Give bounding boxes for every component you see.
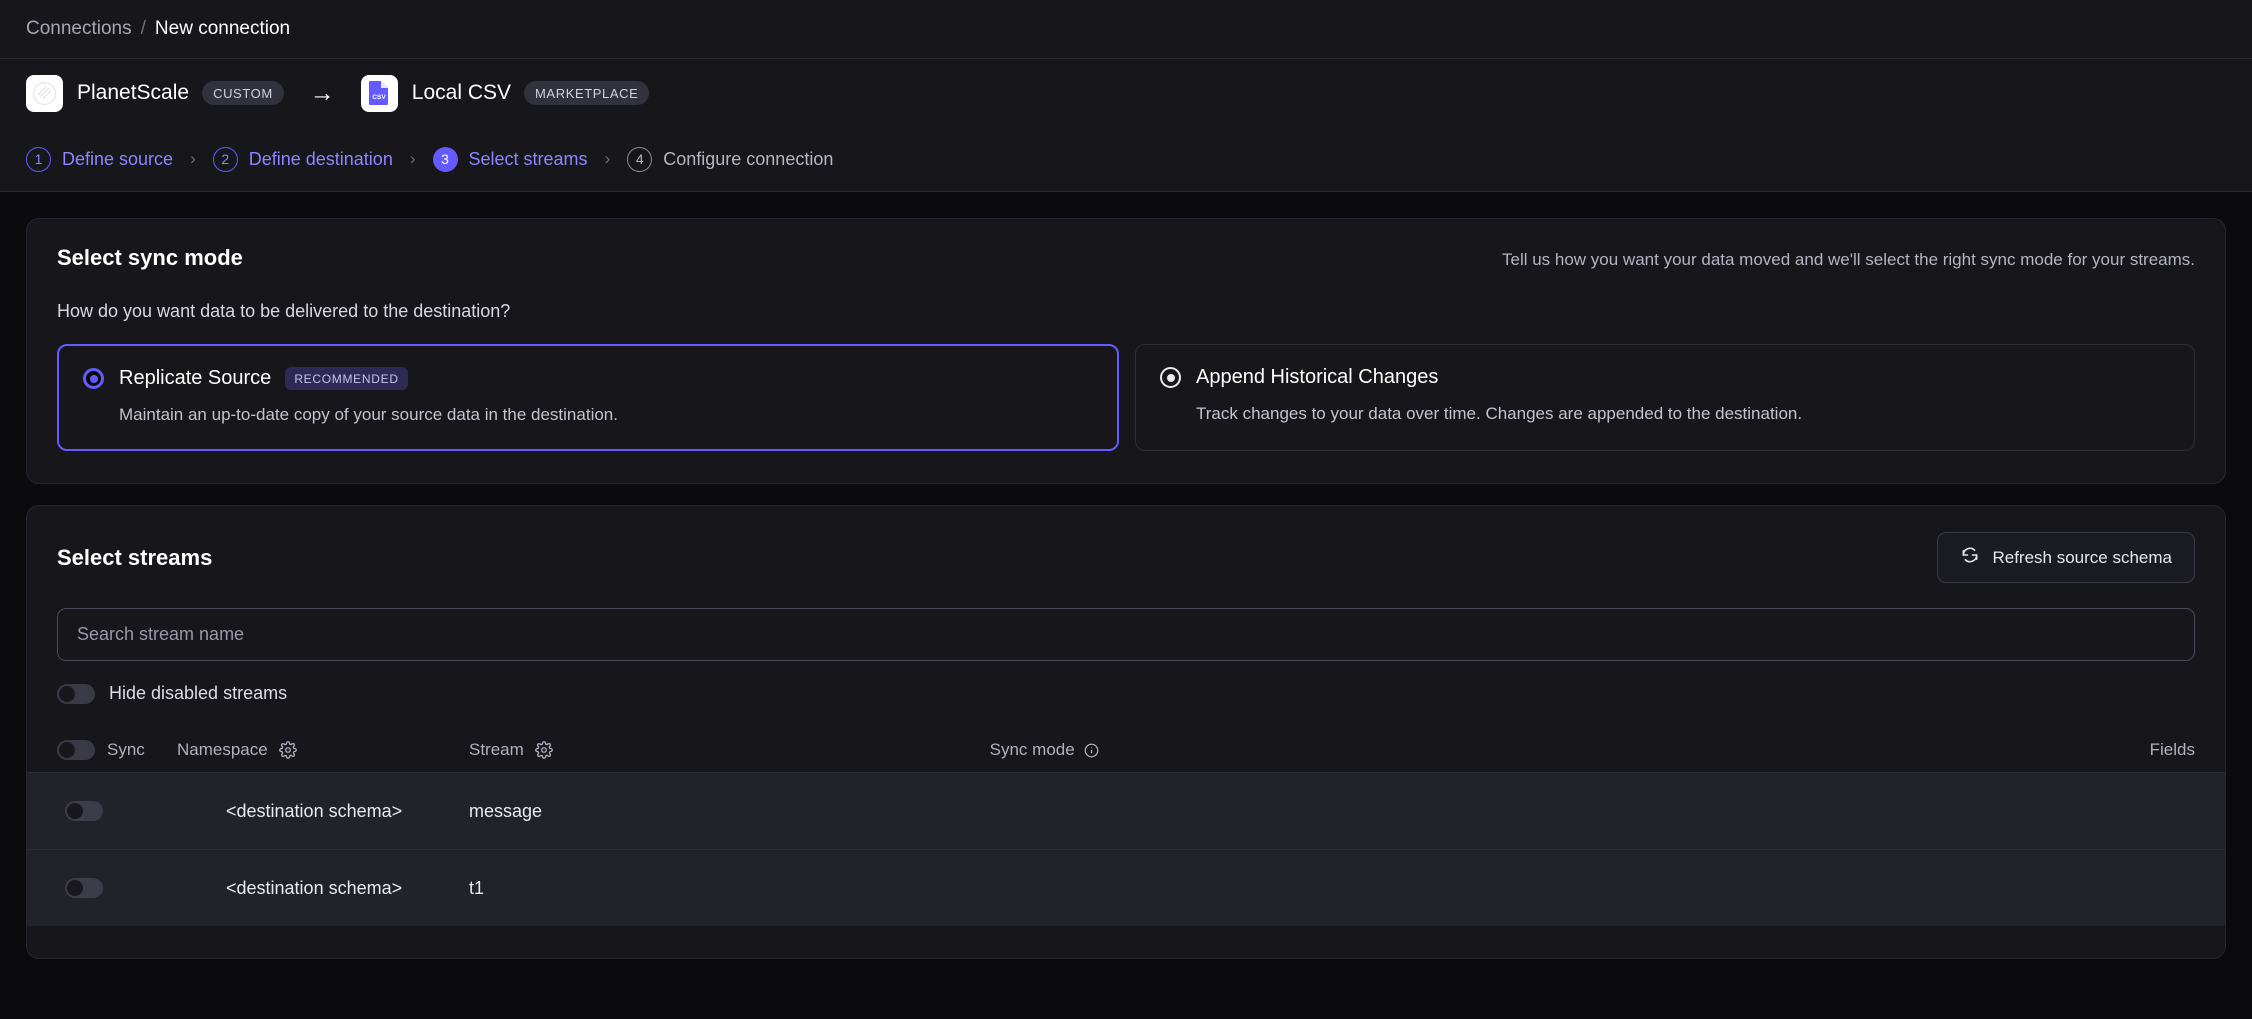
sync-mode-header: Select sync mode Tell us how you want yo…: [57, 245, 2195, 271]
step-label-define-source: Define source: [62, 148, 174, 169]
row-stream-cell: message: [469, 800, 543, 821]
page-title: Select sync mode: [57, 245, 243, 270]
toggle-knob: [67, 803, 83, 819]
replicate-source-title: Replicate Source: [119, 367, 272, 389]
header-label-sync: Sync: [107, 740, 145, 759]
row-namespace-cell: <destination schema>: [226, 800, 403, 821]
row-sync-toggle[interactable]: [65, 801, 103, 821]
stream-gear-icon[interactable]: [534, 741, 553, 759]
step-number-3: 3: [432, 146, 458, 172]
streams-table: Sync Namespace Stream Sync mode Fields <…: [27, 728, 2225, 926]
refresh-source-schema-label: Refresh source schema: [1992, 547, 2172, 567]
select-streams-card: Select streams Refresh source schema Hid…: [26, 505, 2226, 959]
sync-mode-option-append-historical-changes[interactable]: Append Historical Changes Track changes …: [1135, 344, 2195, 451]
row-namespace-cell: <destination schema>: [226, 877, 403, 898]
step-label-select-streams: Select streams: [468, 148, 588, 169]
header-label-fields: Fields: [2149, 740, 2195, 759]
step-configure-connection[interactable]: 4 Configure connection: [627, 146, 834, 172]
table-row[interactable]: <destination schema> t1: [27, 849, 2225, 926]
replicate-source-description: Maintain an up-to-date copy of your sour…: [119, 405, 618, 424]
header-col-sync: Sync: [57, 740, 177, 760]
header-col-namespace: Namespace: [177, 740, 469, 760]
step-define-destination[interactable]: 2 Define destination: [212, 146, 393, 172]
sync-mode-card: Select sync mode Tell us how you want yo…: [26, 218, 2226, 484]
row-sync-cell: [57, 878, 177, 898]
table-row[interactable]: <destination schema> message: [27, 772, 2225, 849]
sync-all-toggle[interactable]: [57, 740, 95, 760]
breadcrumb: Connections / New connection: [0, 0, 2252, 58]
destination-tag: MARKETPLACE: [524, 81, 650, 105]
chevron-right-icon: ›: [190, 149, 196, 168]
append-historical-row: Append Historical Changes: [1160, 366, 2170, 389]
sync-mode-options: Replicate Source RECOMMENDED Maintain an…: [57, 344, 2195, 451]
header-col-fields: Fields: [2150, 740, 2195, 760]
toggle-knob: [59, 742, 75, 758]
destination-connector[interactable]: CSV Local CSV MARKETPLACE: [360, 74, 650, 112]
append-historical-title: Append Historical Changes: [1196, 366, 1439, 388]
sync-mode-hint: Tell us how you want your data moved and…: [1501, 250, 2195, 269]
namespace-gear-icon[interactable]: [278, 741, 297, 759]
page-body: Select sync mode Tell us how you want yo…: [0, 192, 2252, 959]
refresh-icon: [1960, 545, 1980, 570]
arrow-right-icon: →: [309, 78, 335, 107]
toggle-knob: [67, 880, 83, 896]
row-sync-cell: [57, 801, 177, 821]
header-label-stream: Stream: [469, 740, 524, 759]
radio-selected-icon[interactable]: [83, 368, 104, 389]
step-number-1: 1: [26, 146, 51, 172]
step-define-source[interactable]: 1 Define source: [26, 146, 174, 172]
chevron-right-icon: ›: [409, 149, 416, 168]
row-stream-cell: t1: [469, 877, 485, 898]
step-label-configure-connection: Configure connection: [663, 148, 834, 169]
recommended-badge: RECOMMENDED: [285, 367, 408, 390]
header-col-stream: Stream: [469, 740, 990, 760]
svg-text:CSV: CSV: [373, 94, 387, 101]
source-connector[interactable]: PlanetScale CUSTOM: [26, 74, 284, 112]
search-input[interactable]: [57, 608, 2195, 661]
step-number-4: 4: [627, 146, 653, 172]
toggle-knob: [59, 685, 75, 702]
hide-disabled-streams-row: Hide disabled streams: [57, 683, 2195, 704]
select-streams-title: Select streams: [57, 544, 213, 570]
step-navigation: 1 Define source › 2 Define destination ›…: [0, 127, 2252, 191]
replicate-source-row: Replicate Source RECOMMENDED: [83, 367, 1093, 390]
sync-mode-option-replicate-source[interactable]: Replicate Source RECOMMENDED Maintain an…: [57, 344, 1119, 451]
breadcrumb-separator: /: [140, 18, 146, 39]
info-icon[interactable]: [1084, 743, 1099, 758]
connection-header: PlanetScale CUSTOM → CSV Local CSV MARKE…: [0, 59, 2252, 127]
radio-unselected-icon[interactable]: [1160, 367, 1181, 388]
row-sync-toggle[interactable]: [65, 878, 103, 898]
csv-file-icon: CSV: [360, 74, 398, 112]
planetscale-logo-icon: [26, 74, 63, 112]
hide-disabled-streams-label: Hide disabled streams: [109, 683, 288, 703]
chevron-right-icon: ›: [604, 149, 611, 168]
append-historical-description: Track changes to your data over time. Ch…: [1196, 404, 1803, 423]
source-tag: CUSTOM: [202, 81, 284, 105]
breadcrumb-current: New connection: [154, 18, 291, 39]
streams-header: Select streams Refresh source schema: [57, 532, 2195, 583]
sync-mode-question: How do you want data to be delivered to …: [57, 301, 511, 321]
step-label-define-destination: Define destination: [248, 148, 393, 169]
hide-disabled-streams-toggle[interactable]: [57, 683, 95, 704]
header-col-sync-mode: Sync mode: [990, 740, 2150, 760]
streams-table-header: Sync Namespace Stream Sync mode Fields: [27, 728, 2225, 772]
header-label-namespace: Namespace: [177, 740, 268, 759]
step-number-2: 2: [212, 146, 238, 172]
header-label-sync-mode: Sync mode: [989, 740, 1075, 759]
step-select-streams[interactable]: 3 Select streams: [432, 146, 588, 172]
breadcrumb-link-connections[interactable]: Connections: [26, 18, 132, 40]
refresh-source-schema-button[interactable]: Refresh source schema: [1937, 532, 2195, 583]
source-name: PlanetScale: [77, 81, 190, 104]
destination-name: Local CSV: [411, 81, 511, 104]
